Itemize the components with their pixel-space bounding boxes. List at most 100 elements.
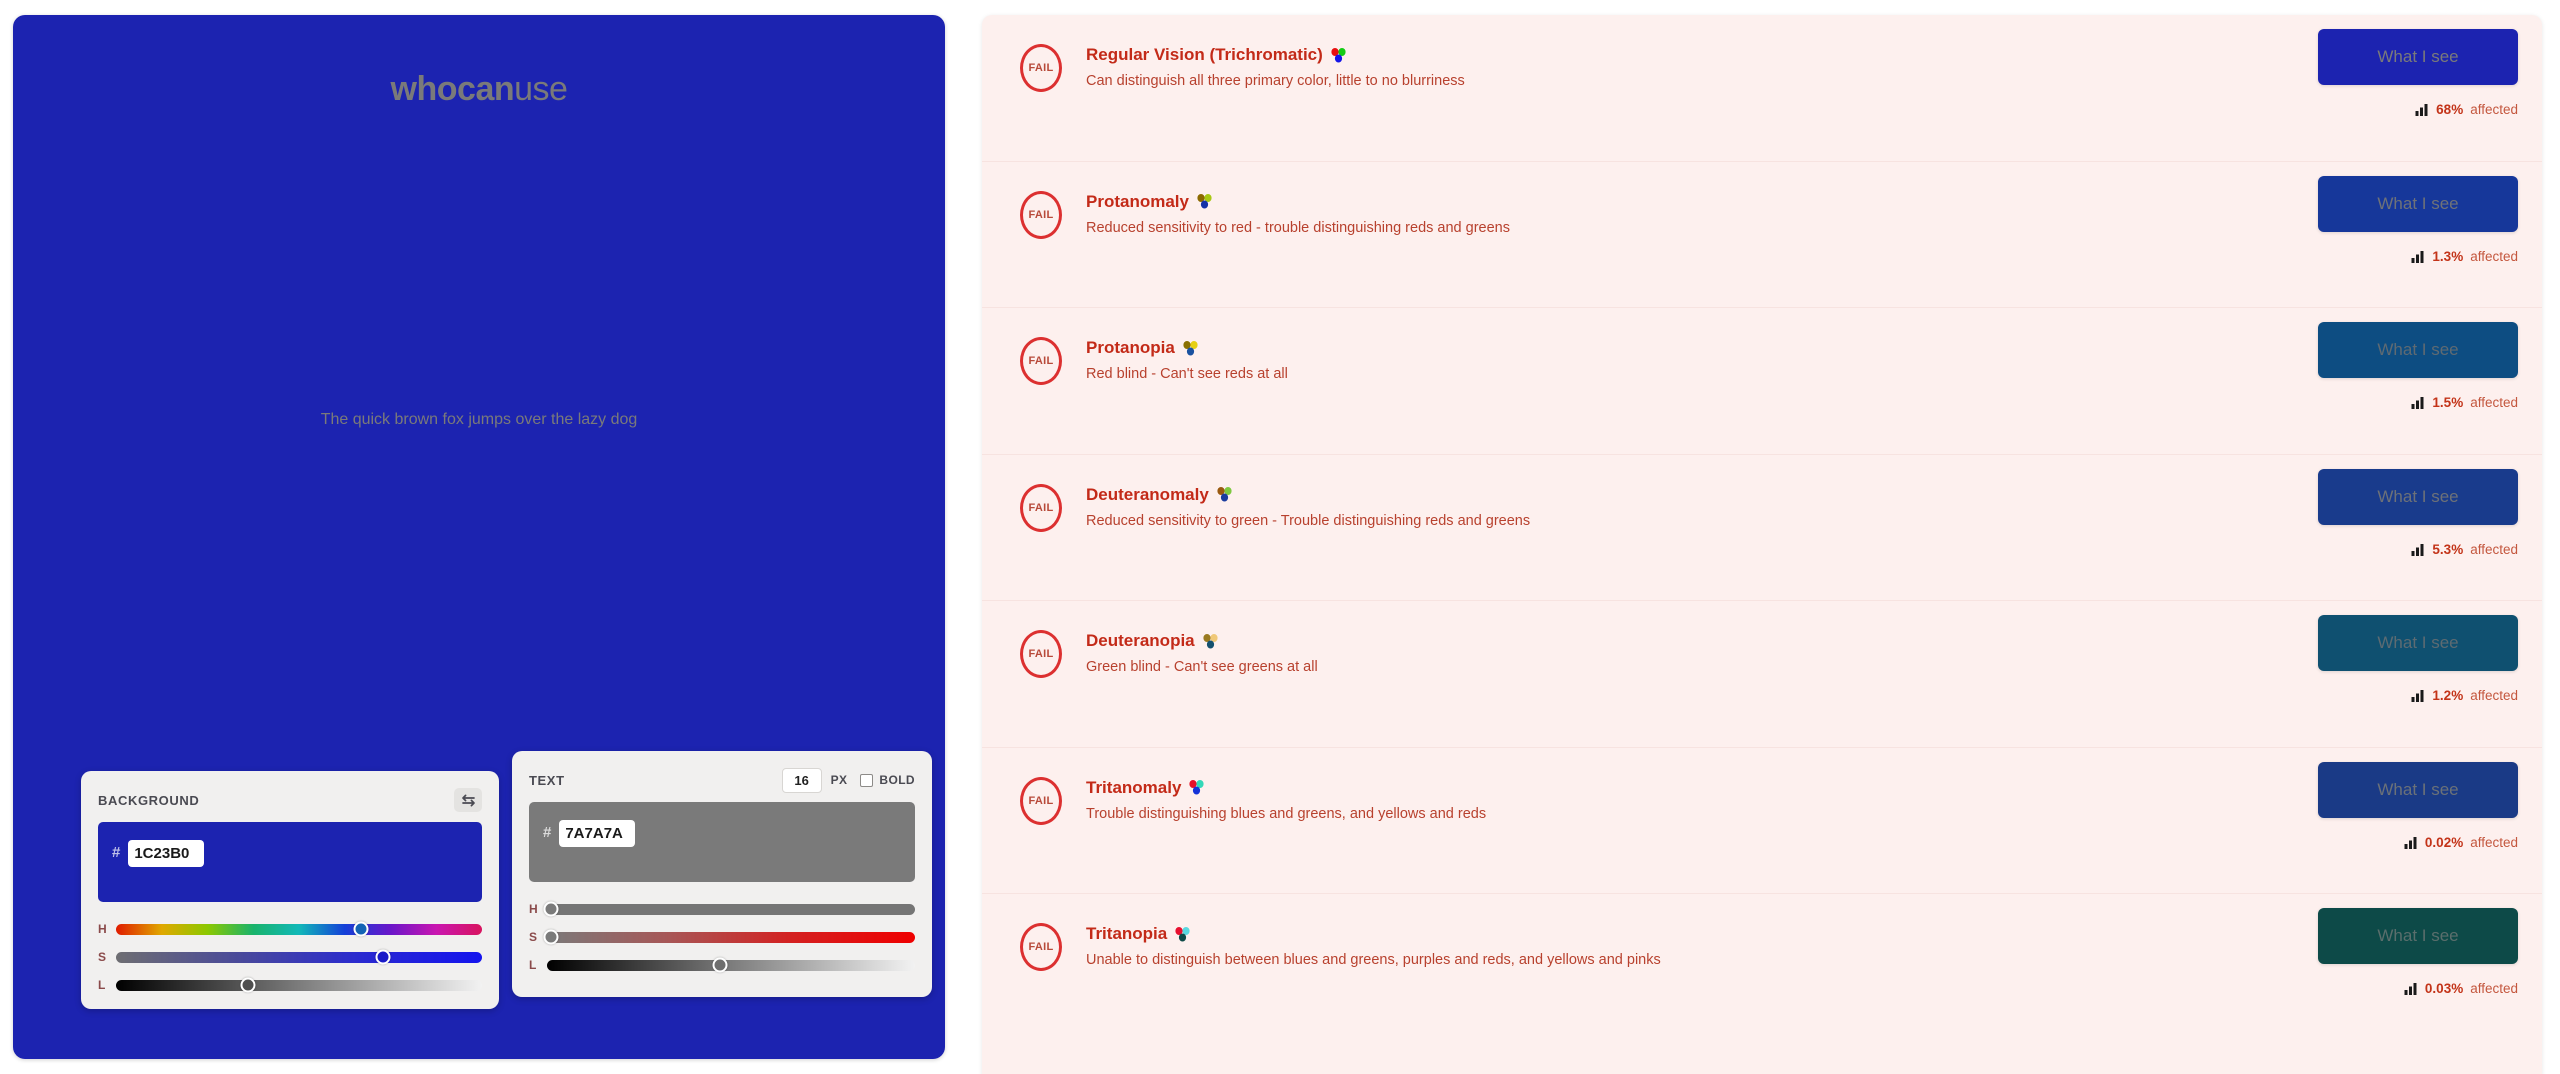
background-sat-slider[interactable] [116,949,482,965]
affected-percent: 0.03% [2424,981,2464,996]
status-badge: FAIL [1020,337,1062,385]
rgb-dots-icon [1217,487,1232,502]
vision-info: Protanomaly Reduced sensitivity to red -… [1076,162,2308,238]
background-card-title: BACKGROUND [98,792,200,808]
vision-info: Deuteranomaly Reduced sensitivity to gre… [1076,455,2308,531]
swap-icon[interactable] [454,788,482,812]
vision-result-row: FAIL Deuteranopia Green blind - Can't se… [982,601,2542,748]
vision-result-row: FAIL Regular Vision (Trichromatic) Can d… [982,15,2542,162]
affected-percent: 1.3% [2432,248,2464,264]
vision-results-list: FAIL Regular Vision (Trichromatic) Can d… [982,15,2542,1074]
background-light-slider[interactable] [116,977,482,993]
text-sat-thumb[interactable] [543,929,559,945]
text-card-title: TEXT [529,772,565,788]
status-badge-col: FAIL [1006,748,1076,825]
status-badge: FAIL [1020,923,1062,971]
what-i-see-button[interactable]: What I see [2318,29,2518,85]
status-badge-col: FAIL [1006,894,1076,971]
status-badge: FAIL [1020,776,1062,825]
text-light-slider[interactable] [547,957,915,973]
sample-text: The quick brown fox jumps over the lazy … [320,411,638,428]
vision-title-row: Tritanomaly [1086,778,2308,798]
vision-info: Regular Vision (Trichromatic) Can distin… [1076,15,2308,91]
affected-percent: 5.3% [2432,541,2464,557]
background-color-card: BACKGROUND # H [81,771,499,1009]
vision-description: Unable to distinguish between blues and … [1086,952,1661,969]
background-swatch[interactable]: # [98,822,482,902]
affected-percent: 68% [2436,102,2464,117]
bar-chart-icon [2415,104,2428,116]
font-size-input[interactable] [781,767,822,793]
what-i-see-button[interactable]: What I see [2318,322,2518,378]
vision-title: Protanomaly [1086,191,1189,211]
brand-use: use [514,70,568,108]
what-i-see-button[interactable]: What I see [2318,468,2518,525]
vision-info: Tritanopia Unable to distinguish between… [1076,894,2308,970]
background-hue-thumb[interactable] [353,921,369,937]
preview-panel-wrapper: whocanuse The quick brown fox jumps over… [0,0,960,1074]
status-badge: FAIL [1020,44,1062,92]
background-hex-input[interactable] [128,840,205,867]
px-unit-label: PX [830,773,848,787]
rgb-dots-icon [1189,780,1205,795]
text-sat-slider[interactable] [543,929,915,945]
vision-description: Red blind - Can't see reds at all [1086,366,1288,383]
vision-title: Deuteranomaly [1086,484,1209,504]
text-card-controls: PX BOLD [781,767,915,793]
background-hash-symbol: # [112,844,121,861]
text-sat-slider-row: S [529,927,915,947]
vision-info: Protanopia Red blind - Can't see reds at… [1076,308,2308,384]
vision-title-row: Deuteranopia [1086,631,2308,651]
background-sat-thumb[interactable] [375,949,391,965]
affected-stat: 0.03% affected [2404,981,2518,996]
vision-title: Protanopia [1086,338,1175,357]
what-i-see-button[interactable]: What I see [2318,175,2518,232]
rgb-dots-icon [1175,926,1190,942]
rgb-dots-icon [1331,47,1346,63]
affected-suffix: affected [2470,834,2518,850]
vision-title: Tritanomaly [1086,777,1182,797]
rgb-dots-icon [1183,340,1198,356]
status-badge-col: FAIL [1006,308,1076,385]
bar-chart-icon [2411,397,2424,409]
vision-title: Regular Vision (Trichromatic) [1086,45,1323,64]
status-badge-col: FAIL [1006,15,1076,92]
background-hue-slider[interactable] [116,921,482,937]
background-light-slider-row: L [98,975,482,995]
affected-percent: 1.2% [2432,688,2464,703]
color-preview-panel: whocanuse The quick brown fox jumps over… [13,15,945,1059]
background-light-thumb[interactable] [240,977,256,993]
background-hue-label: H [98,922,107,936]
affected-suffix: affected [2470,248,2518,264]
bar-chart-icon [2404,836,2417,849]
bold-checkbox[interactable] [860,773,874,787]
bold-toggle[interactable]: BOLD [860,773,915,787]
bar-chart-icon [2411,250,2424,263]
text-light-thumb[interactable] [712,957,728,973]
what-i-see-button[interactable]: What I see [2318,761,2518,818]
what-i-see-button[interactable]: What I see [2318,908,2518,964]
vision-title-row: Tritanopia [1086,924,2308,944]
text-hex-input[interactable] [559,820,636,847]
affected-stat: 68% affected [2415,102,2518,117]
vision-description: Trouble distinguishing blues and greens,… [1086,805,1487,822]
text-hue-thumb[interactable] [543,901,559,917]
vision-actions: What I see 0.03% affected [2308,894,2518,996]
background-card-header: BACKGROUND [98,787,482,813]
bar-chart-icon [2411,543,2424,556]
vision-title-row: Regular Vision (Trichromatic) [1086,45,2308,65]
brand-who: who [390,70,458,108]
affected-suffix: affected [2470,541,2518,557]
vision-result-row: FAIL Tritanopia Unable to distinguish be… [982,894,2542,1041]
what-i-see-button[interactable]: What I see [2318,615,2518,671]
text-swatch[interactable]: # [529,802,915,882]
app-root: whocanuse The quick brown fox jumps over… [0,0,2560,1074]
background-light-label: L [98,978,106,992]
vision-title-row: Deuteranomaly [1086,485,2308,505]
bar-chart-icon [2404,983,2417,995]
vision-description: Can distinguish all three primary color,… [1086,73,1465,90]
status-badge: FAIL [1020,190,1062,239]
color-pickers: BACKGROUND # H [81,751,932,1009]
background-sat-label: S [98,950,107,964]
text-hue-slider[interactable] [543,901,915,917]
